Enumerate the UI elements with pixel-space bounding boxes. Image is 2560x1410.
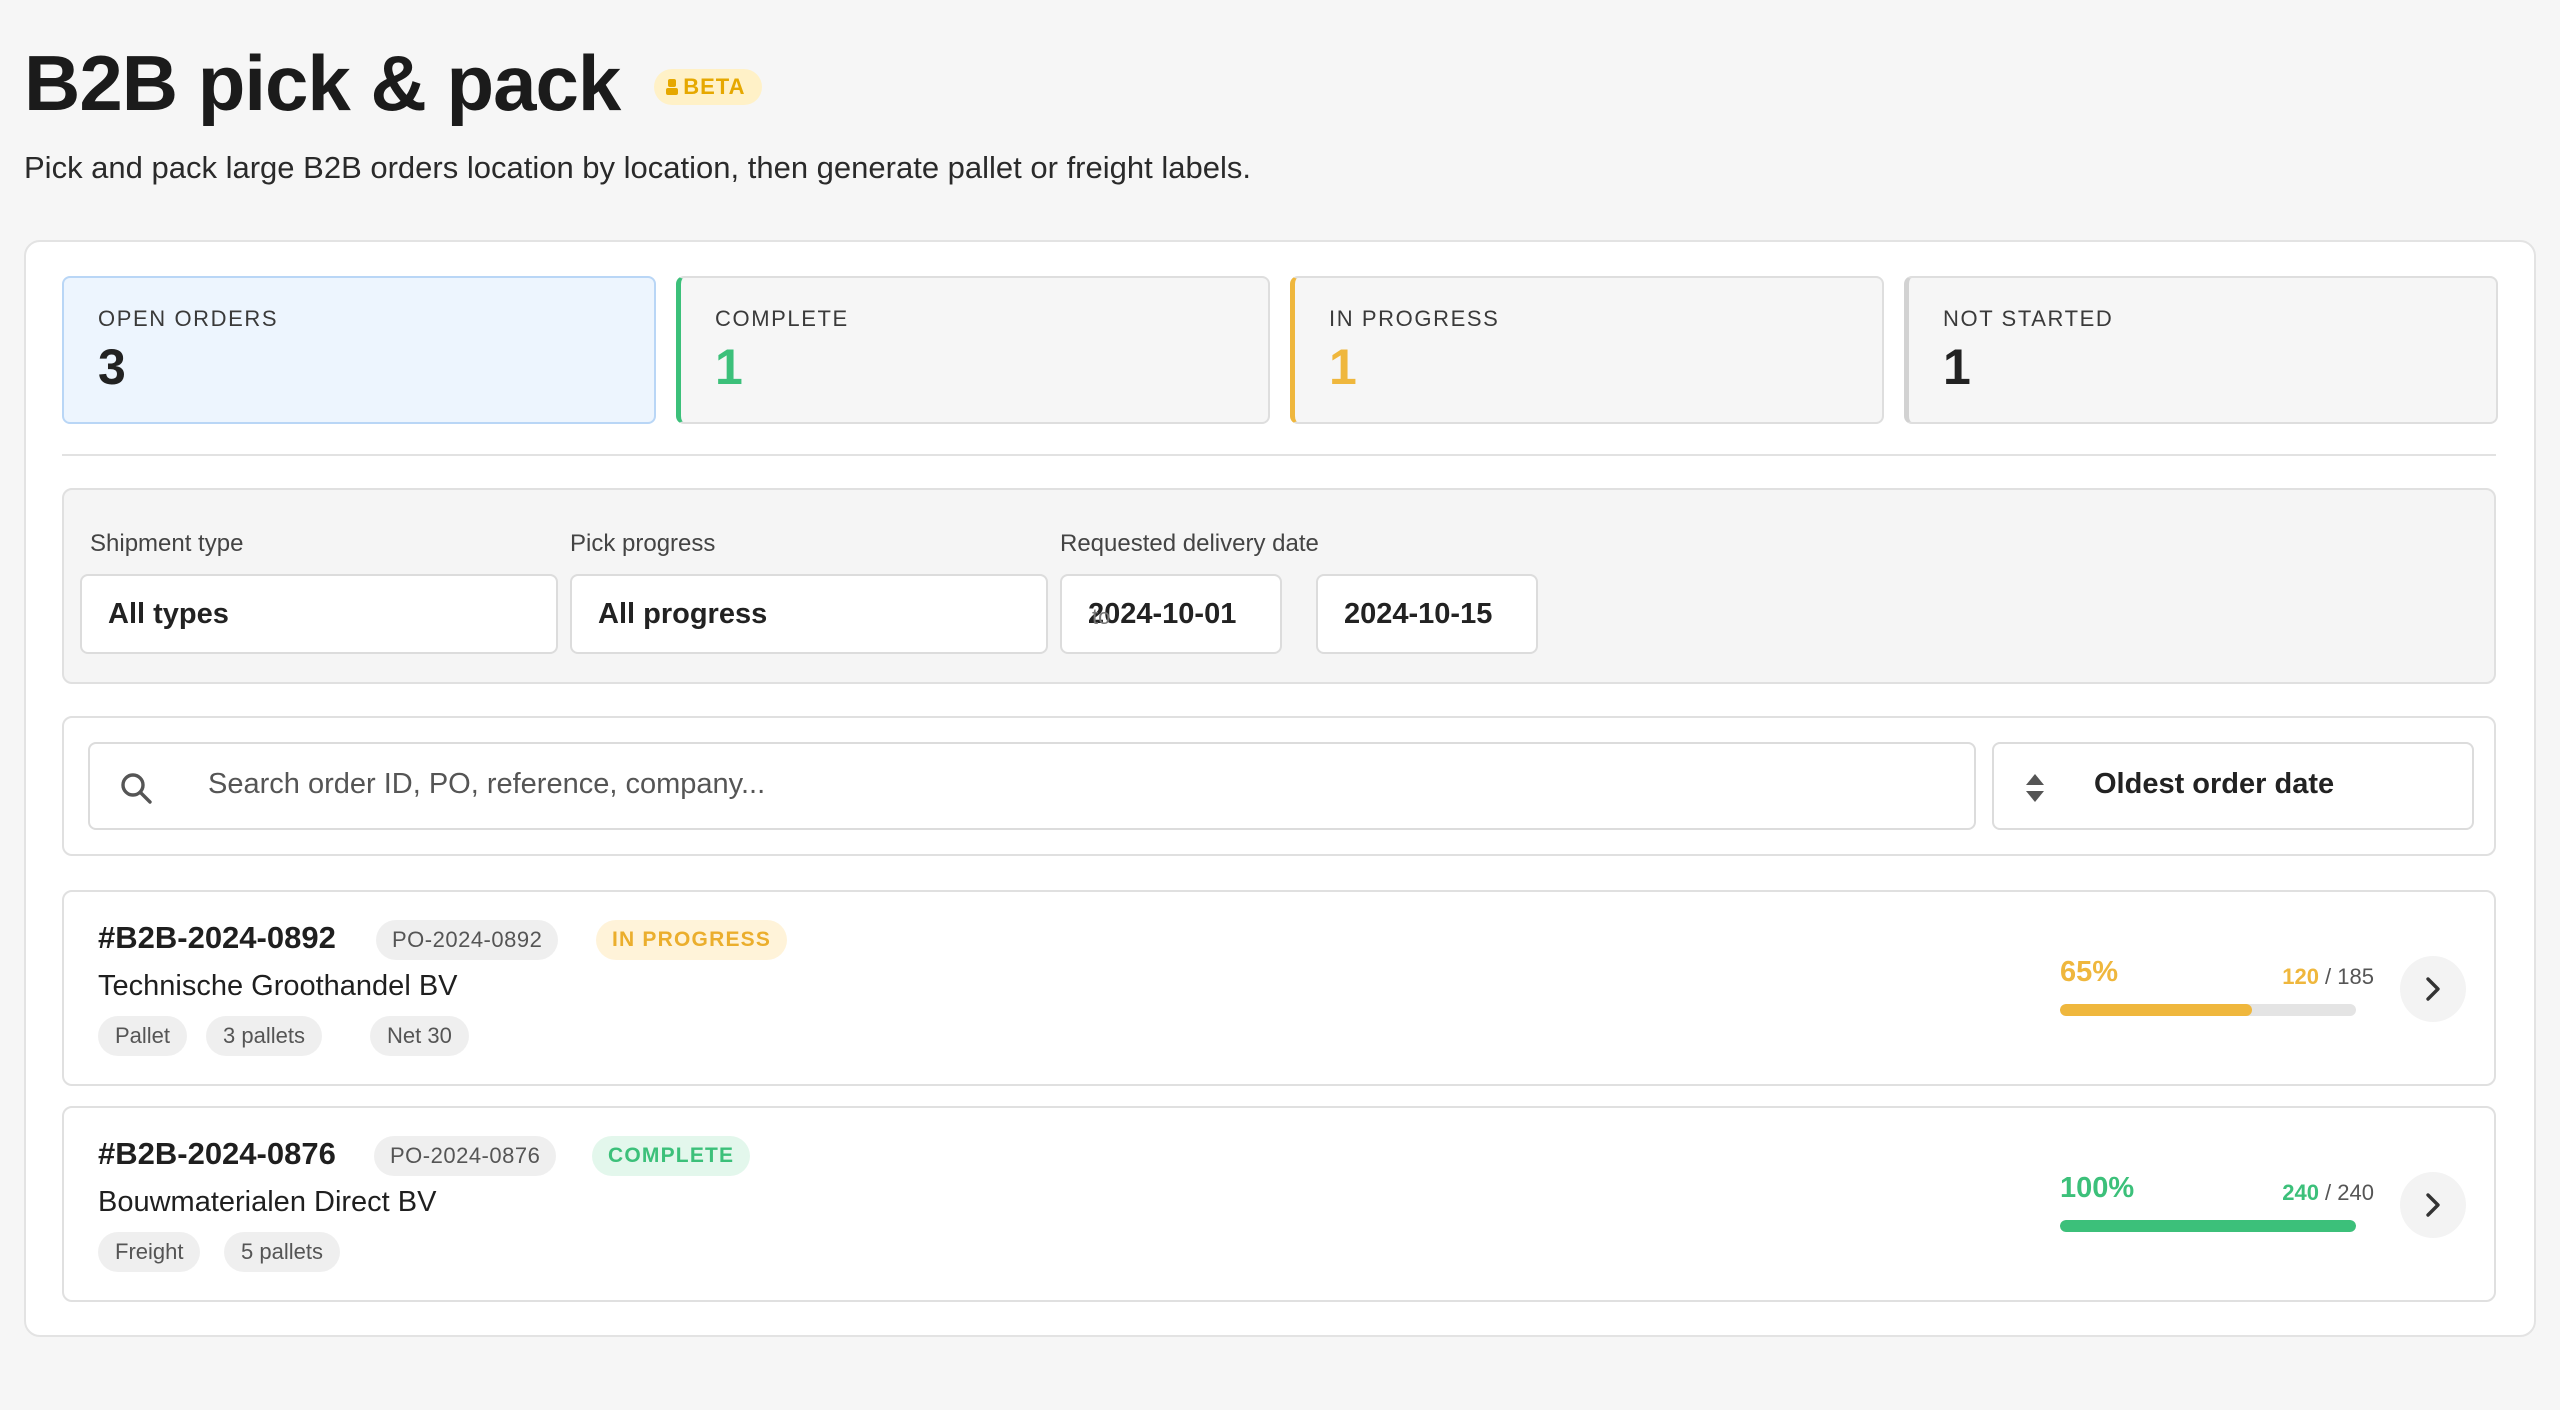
status-badge: IN PROGRESS [596, 920, 788, 960]
sort-label: Oldest order date [2094, 768, 2335, 800]
stat-value: 1 [1943, 339, 1971, 395]
stat-in-progress[interactable]: IN PROGRESS 1 [1290, 276, 1884, 424]
pick-count: 240 / 240 [2282, 1180, 2374, 1205]
chevron-right-icon [2426, 1193, 2440, 1217]
status-badge: COMPLETE [592, 1136, 751, 1176]
open-order-button[interactable] [2400, 1172, 2466, 1238]
total-count: 240 [2337, 1180, 2374, 1205]
page-title: B2B pick & pack [24, 39, 621, 127]
stat-not-started[interactable]: NOT STARTED 1 [1904, 276, 2498, 424]
page-subtitle: Pick and pack large B2B orders location … [24, 150, 1251, 185]
progress-bar [2060, 1004, 2356, 1016]
progress-percent: 65% [2060, 956, 2119, 988]
page: B2B pick & pack BETA Pick and pack large… [0, 0, 2560, 1410]
stat-label: OPEN ORDERS [98, 306, 279, 331]
company-name: Technische Groothandel BV [98, 970, 458, 1002]
date-range-separator: to [1092, 604, 1111, 629]
po-chip: PO-2024-0892 [376, 920, 559, 960]
picked-count: 240 [2282, 1180, 2319, 1205]
order-row[interactable]: #B2B-2024-0876 PO-2024-0876 COMPLETE Bou… [62, 1106, 2496, 1302]
main-card: OPEN ORDERS 3 COMPLETE 1 IN PROGRESS 1 N… [24, 240, 2536, 1337]
company-name: Bouwmaterialen Direct BV [98, 1186, 437, 1218]
stat-label: IN PROGRESS [1329, 306, 1500, 331]
progress-bar [2060, 1220, 2356, 1232]
person-icon [666, 78, 679, 95]
beta-badge: BETA [654, 68, 762, 105]
sort-icon [2024, 772, 2046, 804]
tag-chip: 5 pallets [224, 1232, 340, 1272]
order-id: #B2B-2024-0876 [98, 1136, 336, 1171]
shipment-type-label: Shipment type [90, 530, 244, 557]
beta-badge-label: BETA [683, 73, 746, 99]
sort-select[interactable]: Oldest order date [1992, 742, 2474, 830]
open-order-button[interactable] [2400, 956, 2466, 1022]
stat-label: COMPLETE [715, 306, 849, 331]
progress-bar-fill [2060, 1004, 2253, 1016]
stat-label: NOT STARTED [1943, 306, 2114, 331]
order-id: #B2B-2024-0892 [98, 920, 336, 955]
stat-value: 3 [98, 339, 126, 395]
divider [62, 454, 2496, 456]
pick-progress-select[interactable]: All progress [570, 574, 1048, 654]
total-count: 185 [2337, 964, 2374, 989]
tag-chip: Net 30 [370, 1016, 469, 1056]
tag-chip: Pallet [98, 1016, 188, 1056]
order-row[interactable]: #B2B-2024-0892 PO-2024-0892 IN PROGRESS … [62, 890, 2496, 1086]
stat-complete[interactable]: COMPLETE 1 [676, 276, 1270, 424]
shipment-type-select[interactable]: All types [80, 574, 558, 654]
picked-count: 120 [2282, 964, 2319, 989]
search-bar: Search order ID, PO, reference, company.… [62, 716, 2496, 856]
chevron-right-icon [2426, 977, 2440, 1001]
po-chip: PO-2024-0876 [374, 1136, 557, 1176]
stat-value: 1 [715, 339, 743, 395]
progress-percent: 100% [2060, 1172, 2135, 1204]
tag-chip: 3 pallets [206, 1016, 322, 1056]
delivery-date-to-input[interactable]: 2024-10-15 [1316, 574, 1538, 654]
search-icon [118, 770, 154, 806]
filters-panel: Shipment type All types Pick progress Al… [62, 488, 2496, 684]
tag-chip: Freight [98, 1232, 201, 1272]
pick-count: 120 / 185 [2282, 964, 2374, 989]
stat-value: 1 [1329, 339, 1357, 395]
pick-progress-label: Pick progress [570, 530, 716, 557]
search-input[interactable]: Search order ID, PO, reference, company.… [88, 742, 1976, 830]
stat-open-orders[interactable]: OPEN ORDERS 3 [62, 276, 656, 424]
delivery-date-label: Requested delivery date [1060, 530, 1319, 557]
page-header: B2B pick & pack BETA [24, 38, 762, 129]
search-placeholder: Search order ID, PO, reference, company.… [208, 768, 766, 800]
progress-bar-fill [2060, 1220, 2356, 1232]
